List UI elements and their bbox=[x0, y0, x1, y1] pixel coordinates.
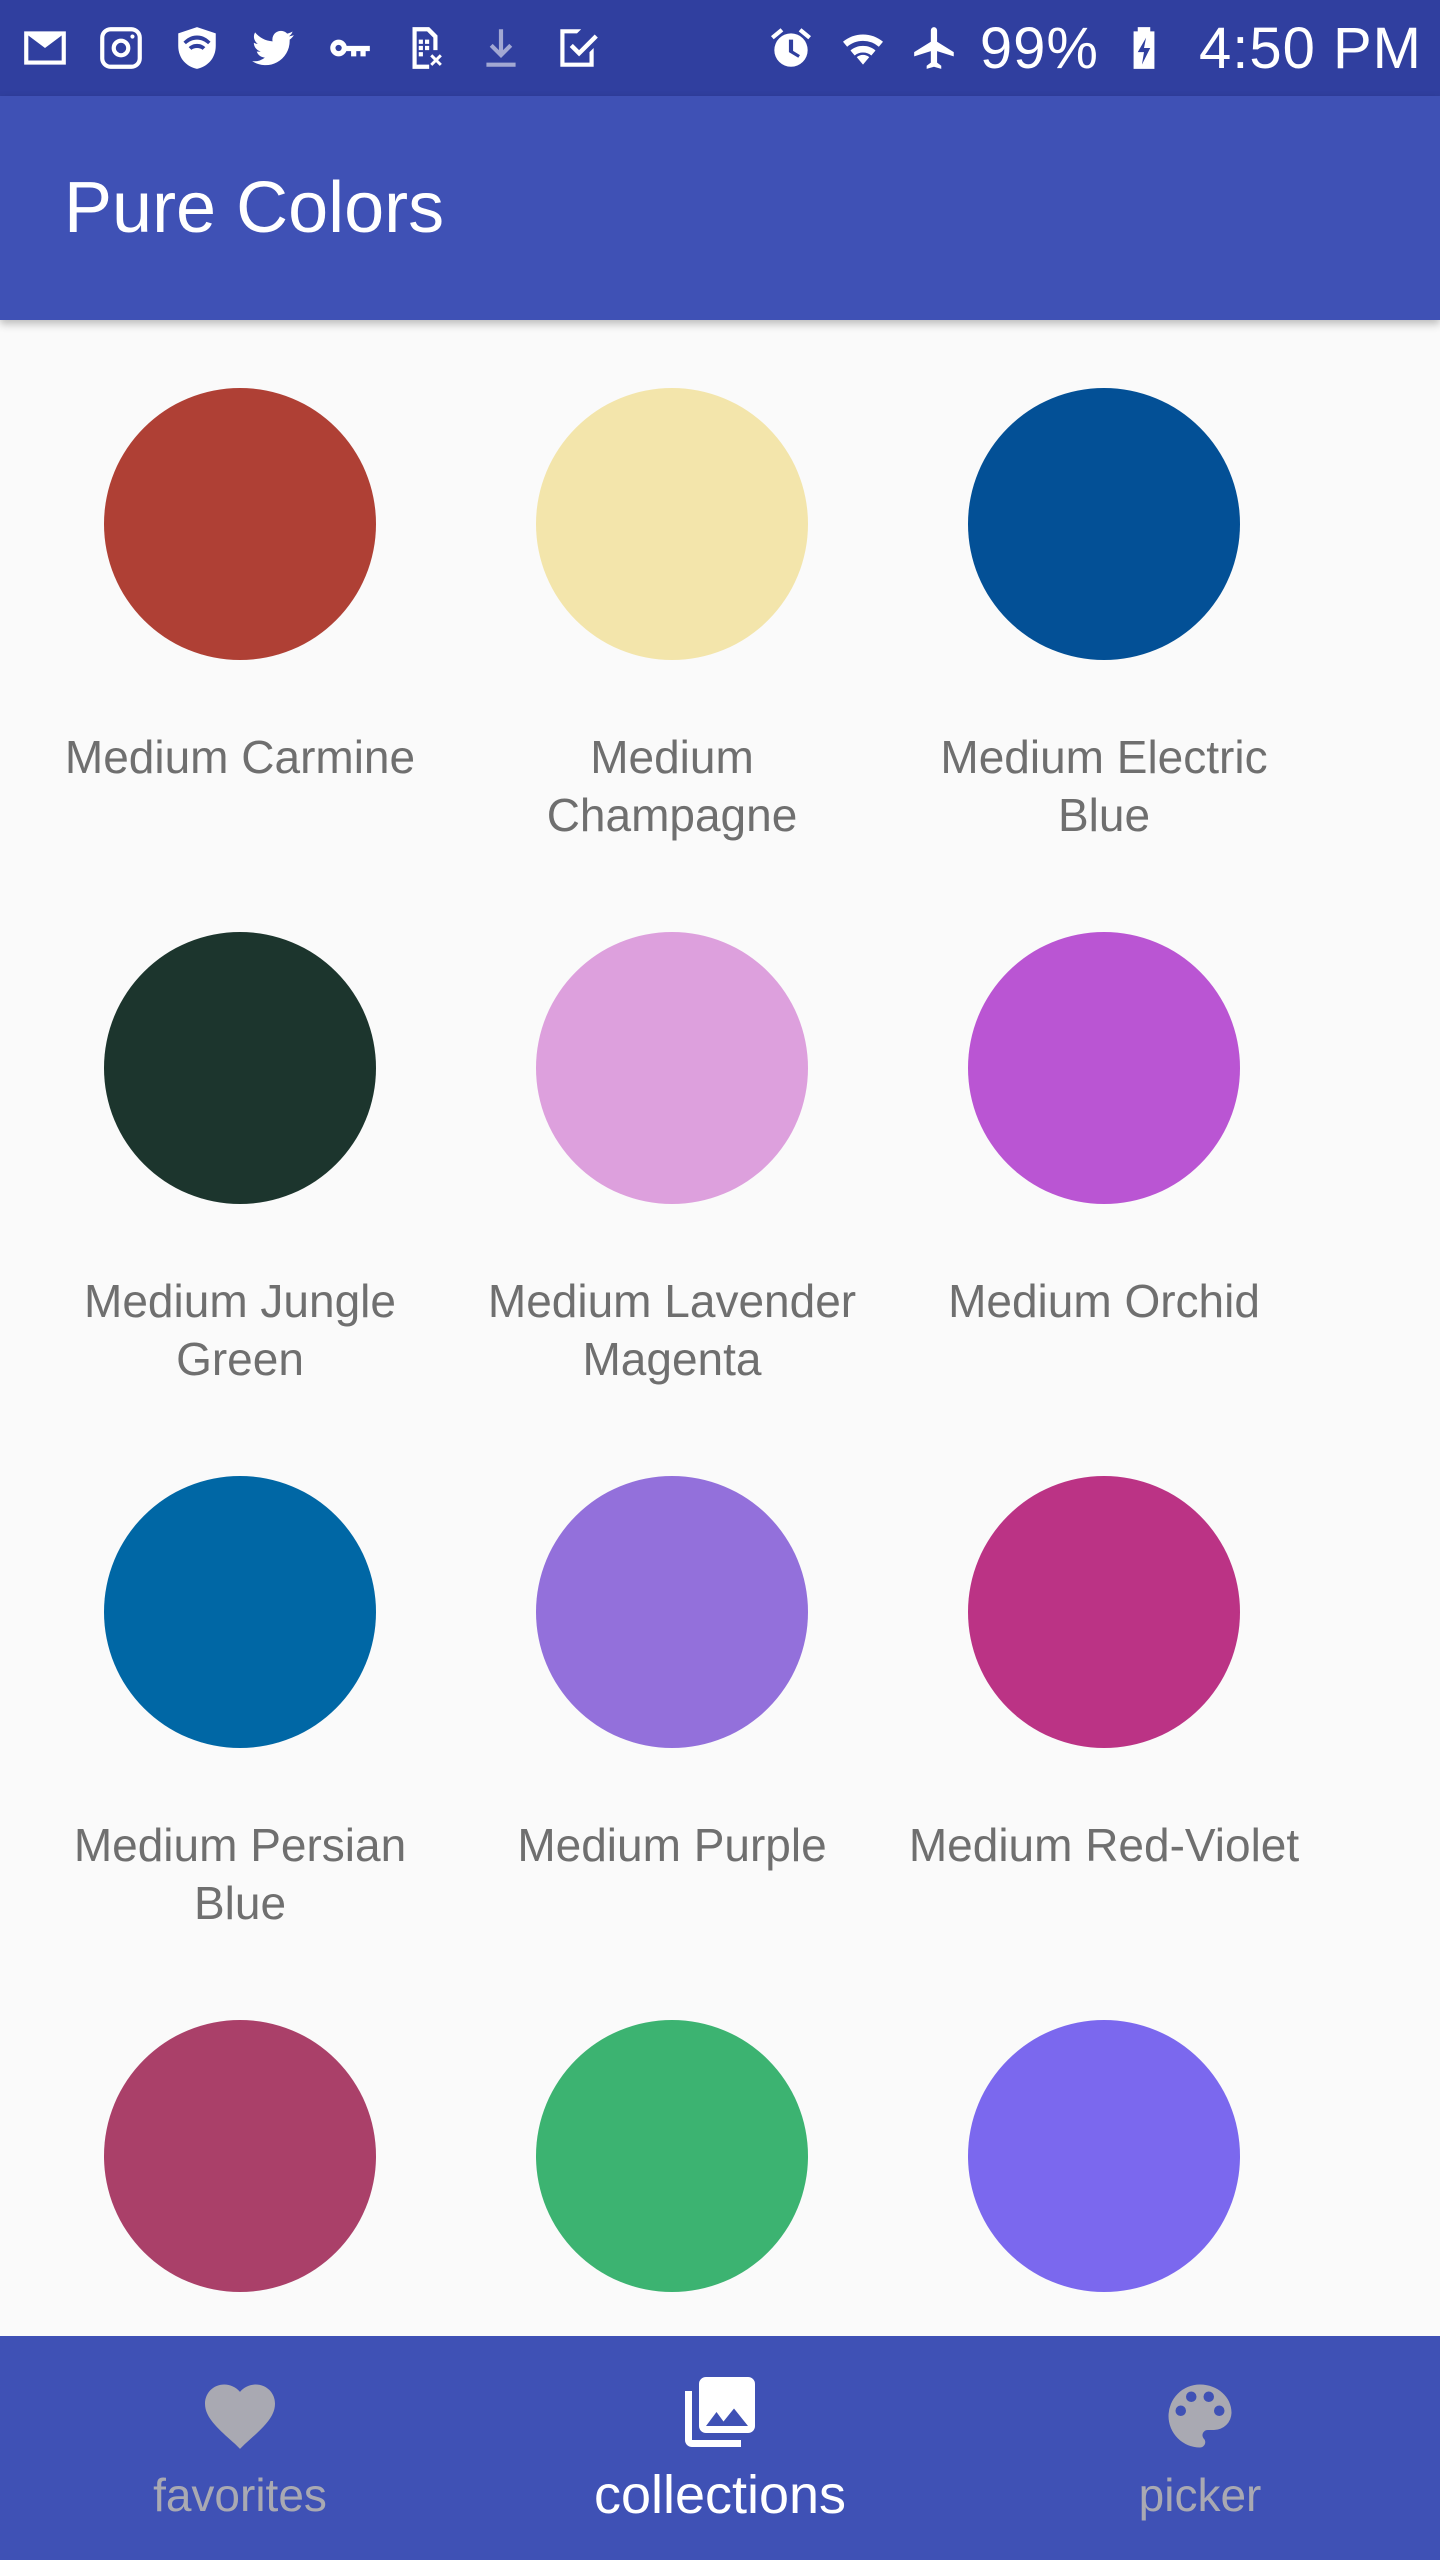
color-name-label: Medium Lavender Magenta bbox=[487, 1275, 857, 1385]
palette-icon bbox=[1168, 2384, 1232, 2448]
color-swatch-item[interactable]: Medium Lavender Magenta bbox=[456, 932, 888, 1388]
color-swatch-item[interactable]: Medium Champagne bbox=[456, 388, 888, 844]
notification-icons bbox=[18, 21, 604, 75]
color-swatch-circle[interactable] bbox=[104, 2020, 376, 2292]
nav-label-favorites: favorites bbox=[153, 2469, 327, 2521]
wifi-icon bbox=[836, 21, 890, 75]
color-name-label: Medium Orchid bbox=[948, 1275, 1260, 1327]
color-swatch-circle[interactable] bbox=[968, 388, 1240, 660]
color-swatch-circle[interactable] bbox=[104, 932, 376, 1204]
color-name-label: Medium Red-Violet bbox=[908, 1819, 1300, 1871]
key-icon bbox=[322, 21, 376, 75]
color-swatch-item[interactable] bbox=[24, 2020, 456, 2336]
color-name-label: Medium Champagne bbox=[546, 731, 798, 841]
color-swatch-circle[interactable] bbox=[104, 1476, 376, 1748]
color-swatch-item[interactable] bbox=[888, 2020, 1320, 2336]
sim-icon bbox=[398, 21, 452, 75]
nav-label-collections: collections bbox=[593, 2465, 847, 2525]
battery-percentage: 99% bbox=[979, 15, 1099, 81]
color-swatch-circle[interactable] bbox=[968, 1476, 1240, 1748]
nav-collections[interactable]: collections bbox=[480, 2336, 960, 2560]
system-status: 99% 4:50 PM bbox=[764, 15, 1422, 82]
battery-icon bbox=[1117, 21, 1171, 75]
color-grid: Medium Carmine Medium Champagne Medium E… bbox=[0, 320, 1440, 2336]
color-name-label: Medium Jungle Green bbox=[84, 1275, 396, 1385]
nav-favorites[interactable]: favorites bbox=[0, 2336, 480, 2560]
twitter-icon bbox=[246, 21, 300, 75]
color-swatch-item[interactable]: Medium Purple bbox=[456, 1476, 888, 1874]
instagram-icon bbox=[94, 21, 148, 75]
app-bar: Pure Colors bbox=[0, 96, 1440, 320]
color-name-label: Medium Electric Blue bbox=[940, 731, 1268, 841]
nav-label-picker: picker bbox=[1138, 2469, 1262, 2521]
color-swatch-item[interactable]: Medium Orchid bbox=[888, 932, 1320, 1330]
collections-icon bbox=[685, 2377, 755, 2447]
color-swatch-circle[interactable] bbox=[536, 932, 808, 1204]
color-swatch-item[interactable]: Medium Carmine bbox=[24, 388, 456, 786]
color-swatch-item[interactable]: Medium Persian Blue bbox=[24, 1476, 456, 1932]
color-swatch-circle[interactable] bbox=[968, 2020, 1240, 2292]
color-swatch-item[interactable]: Medium Jungle Green bbox=[24, 932, 456, 1388]
heart-icon bbox=[205, 2384, 275, 2449]
color-swatch-circle[interactable] bbox=[536, 2020, 808, 2292]
color-swatch-item[interactable]: Medium Red-Violet bbox=[888, 1476, 1320, 1874]
page-title: Pure Colors bbox=[64, 168, 445, 248]
color-swatch-item[interactable] bbox=[456, 2020, 888, 2336]
color-name-label: Medium Persian Blue bbox=[73, 1819, 407, 1929]
download-icon bbox=[474, 21, 528, 75]
nav-picker[interactable]: picker bbox=[960, 2336, 1440, 2560]
color-swatch-item[interactable]: Medium Electric Blue bbox=[888, 388, 1320, 844]
color-name-label: Medium Carmine bbox=[64, 731, 416, 783]
alarm-icon bbox=[764, 21, 818, 75]
color-name-label: Medium Purple bbox=[517, 1819, 827, 1871]
color-swatch-circle[interactable] bbox=[536, 1476, 808, 1748]
color-swatch-circle[interactable] bbox=[536, 388, 808, 660]
airplane-icon bbox=[908, 21, 962, 75]
clock: 4:50 PM bbox=[1199, 15, 1422, 81]
bottom-navigation: favorites collections picker bbox=[0, 2336, 1440, 2560]
check-icon bbox=[550, 21, 604, 75]
gmail-icon bbox=[18, 21, 72, 75]
color-swatch-circle[interactable] bbox=[104, 388, 376, 660]
shield-icon bbox=[170, 21, 224, 75]
status-bar: 99% 4:50 PM bbox=[0, 0, 1440, 96]
color-swatch-circle[interactable] bbox=[968, 932, 1240, 1204]
